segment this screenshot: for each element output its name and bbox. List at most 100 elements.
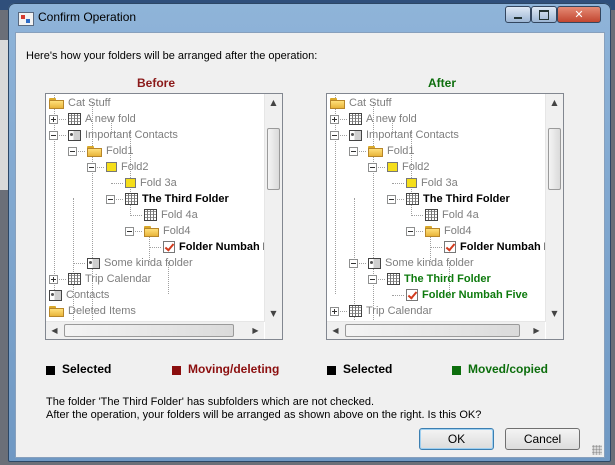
tree-node-fold4[interactable]: Fold4	[144, 223, 191, 239]
before-heading: Before	[137, 76, 176, 90]
title-bar[interactable]: Confirm Operation ✕	[8, 3, 611, 31]
tree-node-the-third-folder[interactable]: The Third Folder	[125, 191, 229, 207]
minimize-button[interactable]	[505, 6, 531, 23]
tree-node-deleted-items[interactable]: Deleted Items	[49, 303, 136, 319]
tree-connector-line	[73, 263, 85, 264]
contacts-icon	[87, 257, 100, 269]
ok-button[interactable]: OK	[419, 428, 494, 450]
collapse-minus-icon[interactable]	[349, 259, 358, 268]
scroll-left-icon[interactable]: ◀	[327, 322, 344, 339]
scroll-down-icon[interactable]: ▼	[265, 305, 282, 322]
tree-connector-line	[430, 247, 442, 248]
tree-node-contacts[interactable]: Contacts	[49, 287, 109, 303]
tree-node-label: Cat Stuff	[349, 97, 392, 109]
collapse-minus-icon[interactable]	[368, 163, 377, 172]
tree-node-important-contacts[interactable]: Important Contacts	[349, 127, 459, 143]
folder-icon	[49, 97, 64, 109]
scroll-thumb-horizontal[interactable]	[345, 324, 520, 337]
tree-node-some-kinda-folder[interactable]: Some kinda folder	[87, 255, 193, 271]
scroll-thumb-horizontal[interactable]	[64, 324, 234, 337]
maximize-icon	[539, 9, 549, 20]
folder-icon	[368, 145, 383, 157]
collapse-minus-icon[interactable]	[330, 131, 339, 140]
tree-connector-line	[149, 247, 161, 248]
tree-node-fold1[interactable]: Fold1	[87, 143, 134, 159]
scroll-right-icon[interactable]: ▶	[528, 322, 545, 339]
collapse-minus-icon[interactable]	[49, 131, 58, 140]
tree-node-fold-4a[interactable]: Fold 4a	[144, 207, 198, 223]
before-tree-view[interactable]: Cat Stuff A new fold Important Contacts Fol…	[45, 93, 283, 340]
after-tree-view[interactable]: Cat Stuff A new fold Important Contacts Fol…	[326, 93, 564, 340]
tree-node-label: The Third Folder	[423, 193, 510, 205]
dialog-client-area: Here's how your folders will be arranged…	[15, 32, 605, 458]
note-folder-icon	[125, 178, 136, 188]
tree-node-fold2[interactable]: Fold2	[106, 159, 149, 175]
legend-selected-swatch	[327, 366, 336, 375]
expand-plus-icon[interactable]	[330, 115, 339, 124]
tree-node-cat-stuff[interactable]: Cat Stuff	[49, 95, 111, 111]
scroll-up-icon[interactable]: ▲	[546, 94, 563, 111]
before-vertical-scrollbar[interactable]: ▲ ▼	[264, 94, 282, 322]
tree-node-fold-3a[interactable]: Fold 3a	[125, 175, 177, 191]
scroll-thumb[interactable]	[548, 128, 561, 190]
after-horizontal-scrollbar[interactable]: ◀ ▶	[327, 321, 545, 339]
note-folder-icon	[387, 162, 398, 172]
folder-icon	[425, 225, 440, 237]
tree-node-fold-4a[interactable]: Fold 4a	[425, 207, 479, 223]
tree-node-the-third-folder[interactable]: The Third Folder	[387, 271, 491, 287]
legend-moved-label: Moved/copied	[468, 362, 549, 376]
collapse-minus-icon[interactable]	[368, 275, 377, 284]
tree-node-a-new-fold[interactable]: A new fold	[68, 111, 136, 127]
scroll-thumb[interactable]	[267, 128, 280, 190]
tree-node-folder-numbah-five[interactable]: Folder Numbah Five	[444, 239, 545, 255]
maximize-button[interactable]	[531, 6, 557, 23]
tree-node-label: Deleted Items	[68, 305, 136, 317]
dialog-title: Confirm Operation	[38, 10, 137, 24]
tree-node-cat-stuff[interactable]: Cat Stuff	[330, 95, 392, 111]
tree-node-some-kinda-folder[interactable]: Some kinda folder	[368, 255, 474, 271]
contacts-icon	[49, 289, 62, 301]
resize-grip-icon[interactable]	[592, 445, 602, 455]
tree-node-label: Important Contacts	[366, 129, 459, 141]
tree-node-label: Contacts	[66, 289, 110, 301]
expand-plus-icon[interactable]	[330, 307, 339, 316]
scroll-down-icon[interactable]: ▼	[546, 305, 563, 322]
tree-connector-line	[111, 183, 123, 184]
close-icon: ✕	[574, 8, 584, 21]
tree-node-fold2[interactable]: Fold2	[387, 159, 430, 175]
tree-node-folder-numbah-five[interactable]: Folder Numbah Five	[163, 239, 264, 255]
tree-node-a-new-fold[interactable]: A new fold	[349, 111, 417, 127]
legend-selected-label: Selected	[343, 362, 393, 376]
tree-node-folder-numbah-five[interactable]: Folder Numbah Five	[406, 287, 528, 303]
collapse-minus-icon[interactable]	[349, 147, 358, 156]
collapse-minus-icon[interactable]	[387, 195, 396, 204]
tree-node-label: Folder Numbah Five	[460, 241, 545, 253]
collapse-minus-icon[interactable]	[125, 227, 134, 236]
expand-plus-icon[interactable]	[49, 115, 58, 124]
expand-plus-icon[interactable]	[49, 275, 58, 284]
tree-node-the-third-folder[interactable]: The Third Folder	[406, 191, 510, 207]
tree-node-fold4[interactable]: Fold4	[425, 223, 472, 239]
collapse-minus-icon[interactable]	[406, 227, 415, 236]
scroll-left-icon[interactable]: ◀	[46, 322, 63, 339]
collapse-minus-icon[interactable]	[87, 163, 96, 172]
collapse-minus-icon[interactable]	[68, 147, 77, 156]
scroll-up-icon[interactable]: ▲	[265, 94, 282, 111]
collapse-minus-icon[interactable]	[106, 195, 115, 204]
cancel-button[interactable]: Cancel	[505, 428, 580, 450]
tree-node-label: Fold 4a	[442, 209, 479, 221]
tree-node-fold-3a[interactable]: Fold 3a	[406, 175, 458, 191]
tree-node-label: Fold 3a	[421, 177, 458, 189]
tree-node-important-contacts[interactable]: Important Contacts	[68, 127, 178, 143]
close-button[interactable]: ✕	[557, 6, 601, 23]
minimize-icon	[514, 16, 522, 19]
before-horizontal-scrollbar[interactable]: ◀ ▶	[46, 321, 264, 339]
tree-connector-line	[54, 94, 55, 294]
checked-task-icon	[406, 289, 418, 301]
tree-node-trip-calendar[interactable]: Trip Calendar	[68, 271, 151, 287]
scroll-right-icon[interactable]: ▶	[247, 322, 264, 339]
tree-node-fold1[interactable]: Fold1	[368, 143, 415, 159]
after-vertical-scrollbar[interactable]: ▲ ▼	[545, 94, 563, 322]
tree-node-trip-calendar[interactable]: Trip Calendar	[349, 303, 432, 319]
tree-connector-line	[335, 94, 336, 294]
